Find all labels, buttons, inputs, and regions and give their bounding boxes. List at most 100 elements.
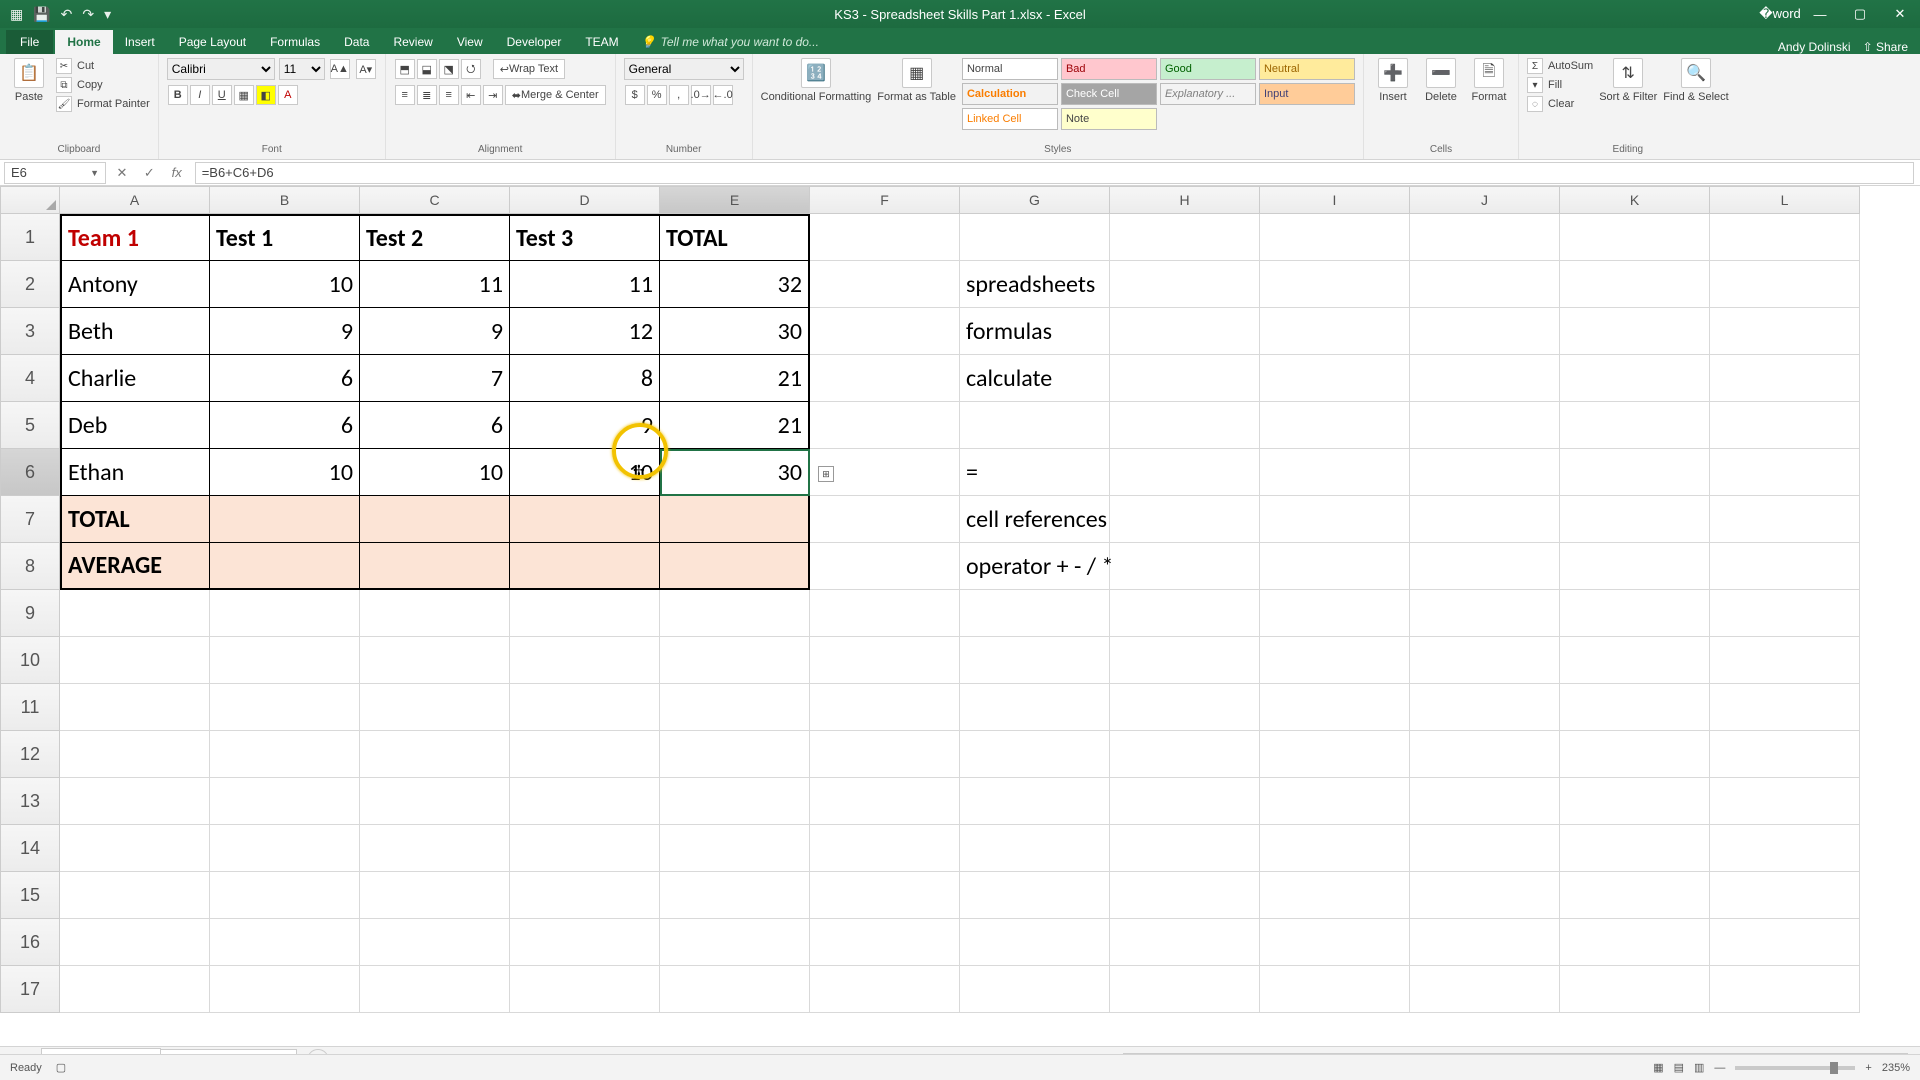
col-header-G[interactable]: G xyxy=(960,186,1110,214)
cell-F12[interactable] xyxy=(810,731,960,778)
cell-L5[interactable] xyxy=(1710,402,1860,449)
cell-A8[interactable]: AVERAGE xyxy=(60,543,210,590)
undo-icon[interactable]: ↶ xyxy=(61,6,73,23)
cell-B13[interactable] xyxy=(210,778,360,825)
cell-F8[interactable] xyxy=(810,543,960,590)
name-box[interactable]: E6▼ xyxy=(4,162,106,184)
cell-J9[interactable] xyxy=(1410,590,1560,637)
style-bad[interactable]: Bad xyxy=(1061,58,1157,80)
cell-C9[interactable] xyxy=(360,590,510,637)
cell-G13[interactable] xyxy=(960,778,1110,825)
wrap-text-button[interactable]: ↩ Wrap Text xyxy=(493,59,565,79)
close-button[interactable]: ✕ xyxy=(1880,0,1920,28)
row-header-8[interactable]: 8 xyxy=(0,543,60,590)
cell-G10[interactable] xyxy=(960,637,1110,684)
cell-E12[interactable] xyxy=(660,731,810,778)
cell-K6[interactable] xyxy=(1560,449,1710,496)
zoom-out-icon[interactable]: — xyxy=(1714,1062,1725,1074)
cell-D9[interactable] xyxy=(510,590,660,637)
cell-K11[interactable] xyxy=(1560,684,1710,731)
cell-H13[interactable] xyxy=(1110,778,1260,825)
conditional-formatting-button[interactable]: 🔢Conditional Formatting xyxy=(761,58,872,103)
cell-A4[interactable]: Charlie xyxy=(60,355,210,402)
col-header-I[interactable]: I xyxy=(1260,186,1410,214)
cell-A9[interactable] xyxy=(60,590,210,637)
cell-J5[interactable] xyxy=(1410,402,1560,449)
tell-me-search[interactable]: 💡 Tell me what you want to do... xyxy=(631,30,829,54)
view-page-layout-icon[interactable]: ▤ xyxy=(1674,1061,1684,1074)
cell-C7[interactable] xyxy=(360,496,510,543)
cell-A11[interactable] xyxy=(60,684,210,731)
cell-C4[interactable]: 7 xyxy=(360,355,510,402)
cut-button[interactable]: ✂Cut xyxy=(56,58,150,74)
cell-G16[interactable] xyxy=(960,919,1110,966)
row-header-15[interactable]: 15 xyxy=(0,872,60,919)
col-header-J[interactable]: J xyxy=(1410,186,1560,214)
cell-K13[interactable] xyxy=(1560,778,1710,825)
row-header-2[interactable]: 2 xyxy=(0,261,60,308)
cell-J16[interactable] xyxy=(1410,919,1560,966)
cell-J12[interactable] xyxy=(1410,731,1560,778)
cell-L1[interactable] xyxy=(1710,214,1860,261)
cell-A10[interactable] xyxy=(60,637,210,684)
cancel-formula-icon[interactable]: ✕ xyxy=(110,165,134,181)
style-neutral[interactable]: Neutral xyxy=(1259,58,1355,80)
row-header-13[interactable]: 13 xyxy=(0,778,60,825)
cell-G15[interactable] xyxy=(960,872,1110,919)
col-header-K[interactable]: K xyxy=(1560,186,1710,214)
cell-I9[interactable] xyxy=(1260,590,1410,637)
cell-I11[interactable] xyxy=(1260,684,1410,731)
cell-G9[interactable] xyxy=(960,590,1110,637)
cell-C15[interactable] xyxy=(360,872,510,919)
cell-B14[interactable] xyxy=(210,825,360,872)
align-right-icon[interactable]: ≡ xyxy=(439,85,459,105)
cell-H3[interactable] xyxy=(1110,308,1260,355)
formula-input[interactable]: =B6+C6+D6 xyxy=(195,162,1914,184)
cell-I3[interactable] xyxy=(1260,308,1410,355)
cell-C6[interactable]: 10 xyxy=(360,449,510,496)
cell-H5[interactable] xyxy=(1110,402,1260,449)
cell-F15[interactable] xyxy=(810,872,960,919)
cell-K7[interactable] xyxy=(1560,496,1710,543)
increase-font-icon[interactable]: A▲ xyxy=(330,59,350,79)
cell-B7[interactable] xyxy=(210,496,360,543)
cell-L12[interactable] xyxy=(1710,731,1860,778)
cell-E10[interactable] xyxy=(660,637,810,684)
cell-G7[interactable]: cell references xyxy=(960,496,1110,543)
accounting-format-icon[interactable]: $ xyxy=(625,85,645,105)
align-middle-icon[interactable]: ⬓ xyxy=(417,59,437,79)
cell-A6[interactable]: Ethan xyxy=(60,449,210,496)
cell-H10[interactable] xyxy=(1110,637,1260,684)
increase-decimal-icon[interactable]: .0→ xyxy=(691,85,711,105)
cell-I14[interactable] xyxy=(1260,825,1410,872)
cell-B17[interactable] xyxy=(210,966,360,1013)
font-size-select[interactable]: 11 xyxy=(279,58,325,80)
tab-team[interactable]: TEAM xyxy=(573,30,630,54)
zoom-level[interactable]: 235% xyxy=(1882,1062,1910,1074)
cell-L17[interactable] xyxy=(1710,966,1860,1013)
tab-view[interactable]: View xyxy=(445,30,495,54)
cell-B9[interactable] xyxy=(210,590,360,637)
zoom-slider[interactable] xyxy=(1735,1066,1855,1070)
row-header-7[interactable]: 7 xyxy=(0,496,60,543)
tab-data[interactable]: Data xyxy=(332,30,381,54)
row-header-12[interactable]: 12 xyxy=(0,731,60,778)
fill-color-button[interactable]: ◧ xyxy=(256,85,276,105)
style-good[interactable]: Good xyxy=(1160,58,1256,80)
cell-D7[interactable] xyxy=(510,496,660,543)
cell-D2[interactable]: 11 xyxy=(510,261,660,308)
cell-C12[interactable] xyxy=(360,731,510,778)
cell-J8[interactable] xyxy=(1410,543,1560,590)
underline-button[interactable]: U xyxy=(212,85,232,105)
cell-H15[interactable] xyxy=(1110,872,1260,919)
font-color-button[interactable]: A xyxy=(278,85,298,105)
cell-L15[interactable] xyxy=(1710,872,1860,919)
row-header-10[interactable]: 10 xyxy=(0,637,60,684)
cell-A3[interactable]: Beth xyxy=(60,308,210,355)
tab-review[interactable]: Review xyxy=(381,30,444,54)
cell-D17[interactable] xyxy=(510,966,660,1013)
cell-H9[interactable] xyxy=(1110,590,1260,637)
cell-G5[interactable] xyxy=(960,402,1110,449)
cell-E9[interactable] xyxy=(660,590,810,637)
cell-I6[interactable] xyxy=(1260,449,1410,496)
